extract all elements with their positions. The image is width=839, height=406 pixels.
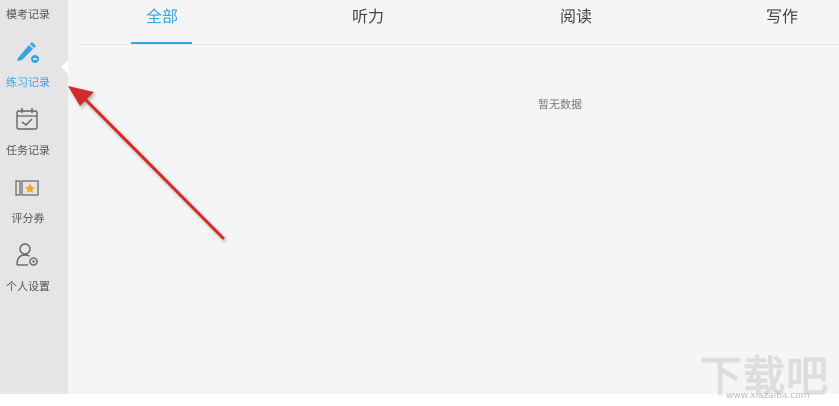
sidebar-item-score-voucher[interactable]: 评分券 [0, 170, 68, 228]
user-settings-icon [16, 243, 38, 266]
tab-listening[interactable]: 听力 [352, 3, 384, 27]
empty-state-text: 暂无数据 [538, 98, 582, 111]
sidebar-item-label: 任务记录 [6, 144, 50, 157]
tab-bar: 全部 听力 阅读 写作 [80, 0, 839, 45]
watermark: 下载吧 www.xiazaiba.com [700, 343, 839, 403]
sidebar-item-label: 评分券 [11, 212, 45, 225]
star-ticket-icon [15, 180, 39, 196]
tab-writing[interactable]: 写作 [766, 3, 798, 27]
sidebar: 模考记录 练习记录 任务记录 评分券 个人设置 [0, 0, 69, 406]
tab-reading[interactable]: 阅读 [560, 3, 592, 27]
sidebar-item-personal-settings[interactable]: 个人设置 [0, 238, 68, 296]
sidebar-item-task-records[interactable]: 任务记录 [0, 100, 68, 160]
pencil-icon [17, 42, 39, 63]
sidebar-item-mock-exam[interactable]: 模考记录 [0, 0, 68, 28]
watermark-url: www.xiazaiba.com [726, 391, 810, 401]
sidebar-item-label: 模考记录 [6, 8, 50, 21]
sidebar-item-label: 练习记录 [6, 76, 50, 89]
sidebar-item-label: 个人设置 [6, 280, 50, 293]
tab-all[interactable]: 全部 [146, 3, 178, 27]
active-tab-underline [131, 42, 192, 44]
calendar-check-icon [16, 108, 38, 130]
sidebar-item-practice-records[interactable]: 练习记录 [0, 30, 68, 92]
